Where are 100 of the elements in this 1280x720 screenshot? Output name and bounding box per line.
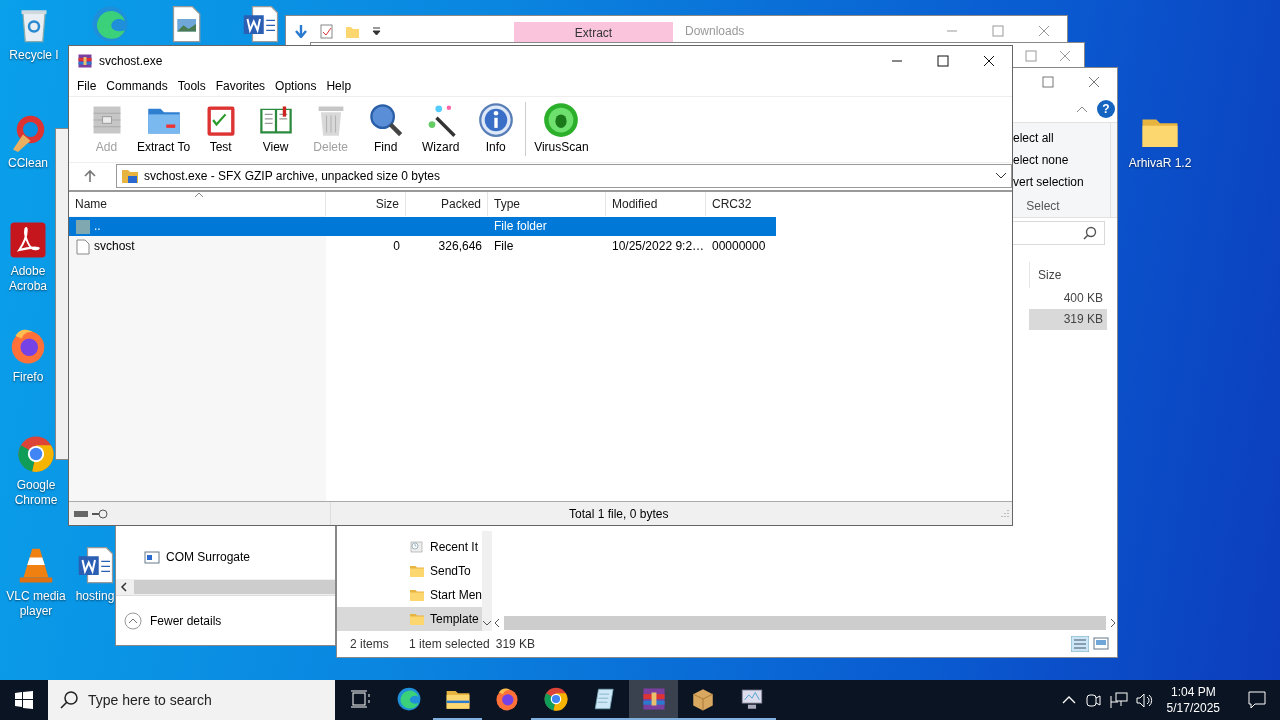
path-field[interactable]: svchost.exe - SFX GZIP archive, unpacked size 0 bytes [116,163,1012,188]
file-icon [76,238,90,255]
thumbnail-view-icon [1093,636,1109,652]
column-header[interactable]: Packed [406,192,488,216]
maximize-icon [992,25,1004,37]
toolbar-button[interactable]: Extract To [134,102,194,154]
notification-icon [1248,691,1266,709]
table-cell-text: .. [94,218,101,235]
column-header[interactable]: Size [1030,262,1107,288]
status-text: Total 1 file, 0 bytes [569,506,669,521]
network-icon [1109,691,1128,709]
start-icon [15,691,33,709]
scroll-left-icon [493,618,500,628]
toolbar-button[interactable]: VirusScan [531,102,592,154]
ribbon-tab[interactable]: Extract [514,22,673,44]
scrollbar[interactable] [134,580,335,594]
search-icon [367,102,404,138]
search-icon [60,691,78,709]
file-row[interactable]: .. File folder [69,217,776,236]
menu-item[interactable]: Favorites [210,76,271,96]
clock-icon [408,539,425,555]
browser-icon [542,686,569,712]
scroll-left-icon [120,582,128,592]
menu-item[interactable]: Commands [101,76,173,96]
ribbon-item[interactable]: elect none [1013,149,1110,171]
status-text: 2 items [350,637,390,651]
column-header[interactable]: CRC32 [706,192,776,216]
bug-icon [543,102,580,138]
close-icon [983,55,995,67]
toolbar-button[interactable]: Wizard [413,102,469,154]
column-header[interactable]: Type [488,192,606,216]
nav-item[interactable]: SendTo [337,559,482,583]
download-arrow-icon [294,24,308,38]
desktop-shortcut[interactable]: ArhivaR 1.2 [1122,112,1198,171]
caret-icon [372,26,381,36]
file-row[interactable]: 400 KB [1029,288,1107,309]
clock[interactable]: 1:04 PM 5/17/2025 [1160,684,1226,716]
browser-icon [16,434,56,474]
table-cell-text: 0 [393,238,400,255]
scroll-right-icon [1110,618,1117,628]
folder-icon [76,218,90,235]
folder-icon [408,611,425,627]
close-icon [1088,76,1100,88]
table-cell-text: 10/25/2022 9:2… [612,238,705,255]
menu-item[interactable]: Help [321,76,357,96]
search-icon [1083,226,1097,240]
toolbar-button[interactable]: Test [193,102,249,154]
menu-item[interactable]: Tools [172,76,211,96]
menu-item[interactable]: File [72,76,102,96]
maximize-icon [1025,50,1037,62]
close-icon [1059,50,1071,62]
close-icon [1038,25,1050,37]
scrollbar[interactable] [482,531,492,631]
toolbar-button[interactable]: Find [358,102,414,154]
task-view-icon [349,690,370,708]
details-view-icon [1071,636,1089,652]
window-title: svchost.exe [99,54,163,68]
help-button[interactable]: ? [1097,100,1115,118]
ribbon-item[interactable]: vert selection [1013,171,1110,193]
window-icon [144,549,160,565]
table-cell-text: 326,646 [438,238,482,255]
ribbon-item[interactable]: elect all [1013,127,1110,149]
taskbar-app[interactable] [629,680,678,720]
archive-icon [77,53,93,69]
table-cell-text: svchost [94,238,135,255]
process-row[interactable]: COM Surrogate [144,545,335,569]
info-icon [477,102,514,138]
table-cell-text: File [494,238,514,255]
scroll-down-icon [482,620,492,627]
search-field[interactable]: Type here to search [48,680,335,720]
column-header[interactable]: Name [69,192,326,216]
column-header[interactable]: Modified [606,192,706,216]
toolbar-button[interactable]: View [248,102,304,154]
nav-item[interactable]: Template [337,607,482,631]
folder-icon [121,167,139,184]
table-cell-text: 00000000 [712,238,766,255]
browser-icon [493,686,520,712]
nav-item[interactable]: Start Men [337,583,482,607]
browser-icon [395,686,422,712]
scrollbar[interactable] [504,616,1106,630]
search-field[interactable] [1012,221,1105,245]
file-row[interactable]: 319 KB [1029,309,1107,330]
status-text: 1 item selected [409,637,490,651]
key-icon [91,507,109,520]
toolbar-button[interactable]: Info [468,102,524,154]
properties-icon [320,23,333,39]
table-cell-text: File folder [494,218,547,235]
collapse-icon [124,611,142,630]
status-text: 319 KB [495,637,536,651]
column-header[interactable]: Size [326,192,406,216]
archive-icon [640,686,667,712]
date-text: 5/17/2025 [1166,700,1220,716]
menu-item[interactable]: Options [270,76,322,96]
nav-item[interactable]: Recent It [337,535,482,559]
search-input[interactable]: Type here to search [86,691,335,709]
folder-icon [408,587,425,603]
file-row[interactable]: svchost 0 326,646 File 10/25/2022 9:2… 00000000 [69,237,776,256]
pdf-icon [8,220,48,260]
collapse-ribbon-icon [1075,104,1089,114]
fewer-details-button[interactable]: Fewer details [116,595,335,645]
